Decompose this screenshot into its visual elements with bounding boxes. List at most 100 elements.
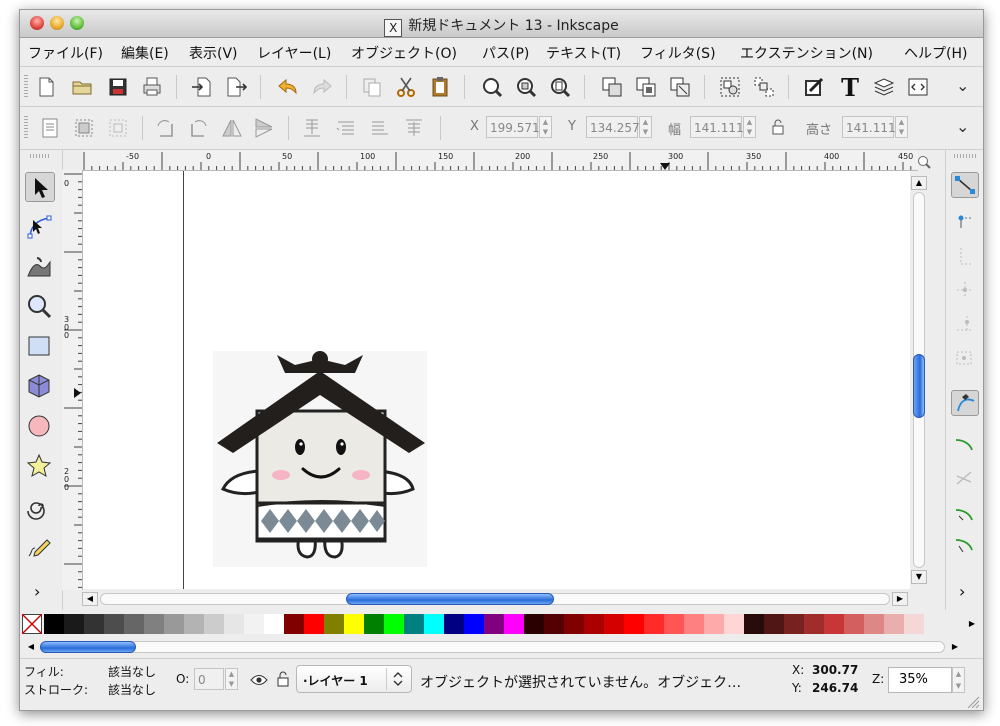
- text-font-icon[interactable]: T: [838, 73, 862, 102]
- flip-horizontal-icon[interactable]: [220, 116, 244, 140]
- select-all-icon[interactable]: [38, 116, 62, 140]
- lock-ratio-icon[interactable]: [770, 118, 786, 136]
- color-swatch[interactable]: [224, 614, 244, 634]
- zoom-page-icon[interactable]: [548, 75, 572, 99]
- print-icon[interactable]: [140, 75, 164, 99]
- copy-icon[interactable]: [360, 75, 384, 99]
- color-swatch[interactable]: [584, 614, 604, 634]
- redo-icon[interactable]: [310, 75, 334, 99]
- opacity-spinner[interactable]: ▲ ▼: [225, 668, 238, 690]
- snap-cusp-nodes-icon[interactable]: [951, 502, 979, 528]
- color-swatch[interactable]: [44, 614, 64, 634]
- vertical-scrollbar[interactable]: ▲ ▼: [911, 176, 927, 586]
- save-icon[interactable]: [106, 75, 130, 99]
- snap-bbox-center-icon[interactable]: [951, 346, 979, 372]
- color-swatch[interactable]: [484, 614, 504, 634]
- scroll-track[interactable]: [40, 641, 945, 653]
- raise-icon[interactable]: [334, 116, 358, 140]
- paste-icon[interactable]: [428, 75, 452, 99]
- height-spinner[interactable]: ▲ ▼: [895, 116, 908, 138]
- rotate-ccw-icon[interactable]: [154, 116, 178, 140]
- color-swatch[interactable]: [104, 614, 124, 634]
- scroll-thumb[interactable]: [913, 354, 925, 418]
- layers-icon[interactable]: [872, 75, 896, 99]
- color-swatch[interactable]: [304, 614, 324, 634]
- color-swatch[interactable]: [404, 614, 424, 634]
- color-swatch[interactable]: [824, 614, 844, 634]
- scroll-left-arrow-icon[interactable]: ◀: [82, 592, 98, 606]
- house-mascot-drawing[interactable]: [213, 351, 427, 567]
- selector-tool-icon[interactable]: [25, 172, 55, 202]
- tweak-tool-icon[interactable]: [25, 252, 55, 282]
- zoom-tool-icon[interactable]: [25, 292, 55, 322]
- zoom-selection-icon[interactable]: [480, 75, 504, 99]
- color-swatch[interactable]: [644, 614, 664, 634]
- width-field[interactable]: 141.111: [690, 116, 744, 138]
- color-swatch[interactable]: [464, 614, 484, 634]
- menu-object[interactable]: オブジェクト(O): [351, 43, 457, 63]
- color-swatch[interactable]: [344, 614, 364, 634]
- zoom-drawing-icon[interactable]: [514, 75, 538, 99]
- color-swatch[interactable]: [204, 614, 224, 634]
- menu-path[interactable]: パス(P): [482, 43, 529, 63]
- color-swatch[interactable]: [144, 614, 164, 634]
- color-swatch[interactable]: [324, 614, 344, 634]
- color-swatch[interactable]: [764, 614, 784, 634]
- toolbox-grip[interactable]: [30, 154, 50, 158]
- zoom-field[interactable]: 35%: [888, 667, 952, 693]
- snap-path-intersections-icon[interactable]: [951, 466, 979, 492]
- select-all-layers-icon[interactable]: [72, 116, 96, 140]
- lower-icon[interactable]: [368, 116, 392, 140]
- color-swatch[interactable]: [784, 614, 804, 634]
- undo-icon[interactable]: [276, 75, 300, 99]
- rectangle-tool-icon[interactable]: [25, 332, 55, 362]
- color-swatch[interactable]: [184, 614, 204, 634]
- color-swatch[interactable]: [64, 614, 84, 634]
- drawing-canvas[interactable]: [83, 171, 910, 589]
- export-icon[interactable]: [224, 75, 248, 99]
- toolbar-grip[interactable]: [24, 75, 28, 99]
- height-field[interactable]: 141.111: [842, 116, 896, 138]
- width-spinner[interactable]: ▲ ▼: [743, 116, 756, 138]
- scroll-left-arrow-icon[interactable]: ◀: [24, 640, 38, 654]
- color-swatch[interactable]: [884, 614, 904, 634]
- snap-smooth-nodes-icon[interactable]: [951, 534, 979, 560]
- color-swatch[interactable]: [904, 614, 924, 634]
- opacity-field[interactable]: 0: [194, 668, 224, 690]
- enable-snapping-icon[interactable]: [951, 172, 979, 198]
- menu-extensions[interactable]: エクステンション(N): [740, 43, 873, 63]
- flip-vertical-icon[interactable]: [252, 116, 276, 140]
- stroke-value[interactable]: 該当なし: [108, 681, 156, 698]
- horizontal-scrollbar[interactable]: ◀ ▶: [82, 590, 910, 608]
- import-icon[interactable]: [190, 75, 214, 99]
- eye-visibility-icon[interactable]: [250, 673, 268, 687]
- star-tool-icon[interactable]: [25, 452, 55, 482]
- toolbar-grip[interactable]: [24, 116, 28, 140]
- snap-bbox-midpoint-icon[interactable]: [951, 312, 979, 338]
- unlink-clone-icon[interactable]: [668, 75, 692, 99]
- color-swatch[interactable]: [244, 614, 264, 634]
- color-swatch[interactable]: [564, 614, 584, 634]
- toolbar-overflow-chevron-icon[interactable]: ⌄: [956, 117, 969, 136]
- menu-layer[interactable]: レイヤー(L): [257, 43, 331, 63]
- color-swatch[interactable]: [624, 614, 644, 634]
- color-swatch[interactable]: [744, 614, 764, 634]
- color-swatch[interactable]: [364, 614, 384, 634]
- menu-text[interactable]: テキスト(T): [546, 43, 621, 63]
- y-spinner[interactable]: ▲ ▼: [639, 116, 652, 138]
- layer-lock-icon[interactable]: [276, 671, 290, 688]
- zoom-corner-icon[interactable]: [916, 154, 932, 170]
- zoom-spinner[interactable]: ▲ ▼: [952, 667, 965, 693]
- scroll-thumb[interactable]: [346, 593, 554, 605]
- rotate-cw-icon[interactable]: [186, 116, 210, 140]
- color-swatch[interactable]: [284, 614, 304, 634]
- scroll-down-arrow-icon[interactable]: ▼: [911, 570, 927, 584]
- toolbar-overflow-chevron-icon[interactable]: ⌄: [956, 76, 969, 95]
- color-swatch[interactable]: [84, 614, 104, 634]
- scroll-right-arrow-icon[interactable]: ▶: [948, 640, 962, 654]
- snapbar-more-icon[interactable]: ›: [959, 582, 965, 601]
- color-swatch[interactable]: [864, 614, 884, 634]
- group-icon[interactable]: [718, 75, 742, 99]
- 3d-box-tool-icon[interactable]: [25, 372, 55, 402]
- palette-scrollbar[interactable]: ◀ ▶: [20, 638, 965, 656]
